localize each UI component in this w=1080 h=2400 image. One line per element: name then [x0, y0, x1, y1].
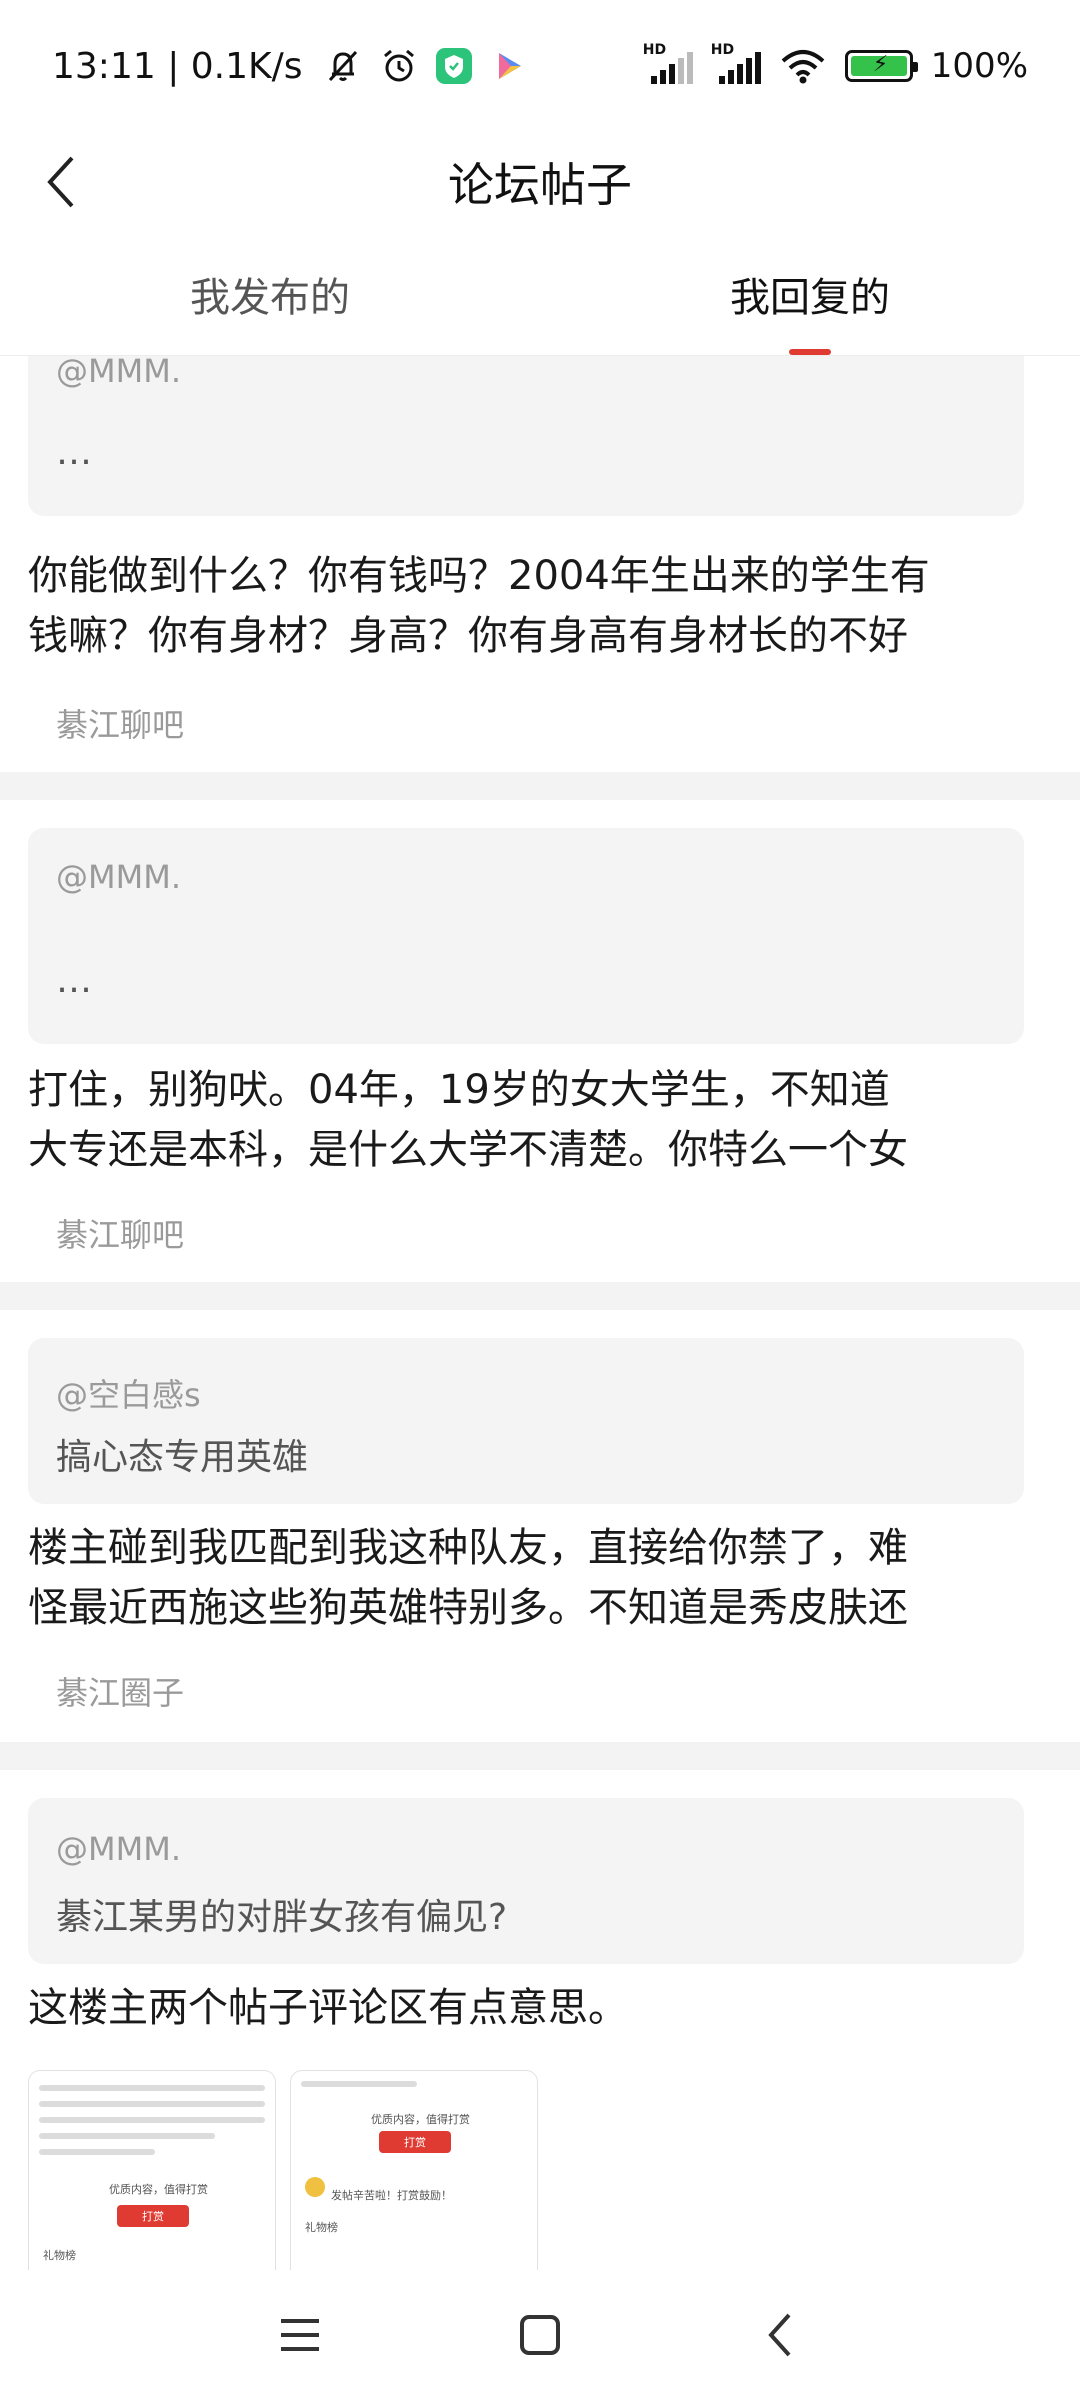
image-thumbnail[interactable]: 优质内容，值得打赏 打赏 礼物榜: [28, 2070, 276, 2270]
reply-text: 打住，别狗吠。04年，19岁的女大学生，不知道 大专还是本科，是什么大学不清楚。…: [28, 1060, 1058, 1180]
tab-active-indicator: [789, 349, 831, 355]
nav-back-button[interactable]: [735, 2290, 825, 2380]
reply-list[interactable]: @MMM. … 你能做到什么？你有钱吗？2004年生出来的学生有 钱嘛？你有身材…: [0, 356, 1080, 2270]
quoted-user: @MMM.: [56, 356, 181, 390]
quoted-user: @空白感s: [56, 1376, 201, 1414]
signal-1-icon: HD: [643, 42, 693, 84]
reply-line: 怪最近西施这些狗英雄特别多。不知道是秀皮肤还: [28, 1585, 908, 1631]
card-separator: [0, 1742, 1080, 1770]
home-square-icon: [520, 2315, 560, 2355]
reply-text: 楼主碰到我匹配到我这种队友，直接给你禁了，难 怪最近西施这些狗英雄特别多。不知道…: [28, 1518, 1058, 1638]
image-thumbnails: 优质内容，值得打赏 打赏 礼物榜 优质内容，值得打赏 打赏 发帖辛苦啦！打赏鼓励…: [28, 2070, 538, 2270]
nav-home-button[interactable]: [495, 2290, 585, 2380]
quoted-text: …: [56, 432, 92, 473]
quoted-text: …: [56, 960, 92, 1001]
quoted-text: 搞心态专用英雄: [56, 1437, 309, 1478]
reply-line: 这楼主两个帖子评论区有点意思。: [28, 1985, 628, 2031]
thumb-tip-button: 打赏: [117, 2205, 189, 2227]
reply-text: 这楼主两个帖子评论区有点意思。: [28, 1978, 1058, 2038]
wifi-icon: [781, 50, 825, 84]
reply-line: 钱嘛？你有身材？身高？你有身高有身材长的不好: [28, 613, 908, 659]
chevron-left-icon: [47, 156, 74, 208]
tab-bar: 我发布的 我回复的: [0, 232, 1080, 356]
time-speed: 13:11 | 0.1K/s: [52, 45, 303, 87]
forum-name[interactable]: 綦江圈子: [56, 1668, 184, 1714]
card-separator: [0, 772, 1080, 800]
page-title: 论坛帖子: [448, 158, 632, 212]
thumb-avatar: [305, 2177, 325, 2197]
image-thumbnail[interactable]: 优质内容，值得打赏 打赏 发帖辛苦啦！打赏鼓励！ 礼物榜: [290, 2070, 538, 2270]
thumb-gift-label: 礼物榜: [43, 2249, 76, 2262]
thumb-caption: 优质内容，值得打赏: [371, 2113, 470, 2126]
reply-card[interactable]: @MMM. 綦江某男的对胖女孩有偏见? 这楼主两个帖子评论区有点意思。 优质内容…: [0, 1770, 1080, 2270]
alarm-icon: [383, 49, 414, 82]
tab-my-posts[interactable]: 我发布的: [0, 232, 540, 355]
header: 论坛帖子: [0, 132, 1080, 232]
play-app-icon: [498, 53, 521, 79]
tab-label: 我回复的: [730, 274, 890, 321]
thumb-gift-label: 礼物榜: [305, 2221, 338, 2234]
system-nav-bar: [0, 2270, 1080, 2400]
status-icons: [323, 46, 527, 86]
mute-bell-icon: [328, 50, 357, 82]
menu-icon: [281, 2319, 319, 2351]
quoted-post[interactable]: @空白感s 搞心态专用英雄: [28, 1338, 1024, 1504]
battery-icon: ⚡: [844, 50, 918, 82]
reply-card[interactable]: @MMM. … 你能做到什么？你有钱吗？2004年生出来的学生有 钱嘛？你有身材…: [0, 356, 1080, 772]
status-bar: 13:11 | 0.1K/s HD HD ⚡ 100%: [0, 0, 1080, 132]
tab-my-replies[interactable]: 我回复的: [540, 232, 1080, 355]
reply-line: 你能做到什么？你有钱吗？2004年生出来的学生有: [28, 553, 930, 599]
battery-percent: 100%: [930, 46, 1028, 86]
quoted-post[interactable]: @MMM. …: [28, 356, 1024, 516]
signal-2-icon: HD: [711, 42, 761, 84]
reply-line: 楼主碰到我匹配到我这种队友，直接给你禁了，难: [28, 1525, 908, 1571]
shield-app-icon: [435, 48, 472, 84]
reply-card[interactable]: @MMM. … 打住，别狗吠。04年，19岁的女大学生，不知道 大专还是本科，是…: [0, 800, 1080, 1282]
back-icon: [768, 2313, 791, 2357]
back-button[interactable]: [22, 142, 102, 222]
forum-name[interactable]: 綦江聊吧: [56, 1210, 184, 1256]
reply-text: 你能做到什么？你有钱吗？2004年生出来的学生有 钱嘛？你有身材？身高？你有身高…: [28, 546, 1058, 666]
reply-line: 打住，别狗吠。04年，19岁的女大学生，不知道: [28, 1067, 890, 1113]
quoted-user: @MMM.: [56, 1830, 181, 1868]
nav-menu-button[interactable]: [255, 2290, 345, 2380]
quoted-post[interactable]: @MMM. 綦江某男的对胖女孩有偏见?: [28, 1798, 1024, 1964]
status-left: 13:11 | 0.1K/s: [52, 46, 527, 87]
thumb-tip-button: 打赏: [379, 2131, 451, 2153]
reply-card[interactable]: @空白感s 搞心态专用英雄 楼主碰到我匹配到我这种队友，直接给你禁了，难 怪最近…: [0, 1310, 1080, 1742]
status-right: HD HD ⚡ 100%: [643, 42, 1028, 86]
thumb-caption: 优质内容，值得打赏: [109, 2183, 208, 2196]
reply-line: 大专还是本科，是什么大学不清楚。你特么一个女: [28, 1127, 908, 1173]
quoted-user: @MMM.: [56, 858, 181, 896]
quoted-text: 綦江某男的对胖女孩有偏见?: [56, 1897, 508, 1938]
thumb-encourage: 发帖辛苦啦！打赏鼓励！: [331, 2189, 452, 2202]
tab-label: 我发布的: [190, 274, 350, 321]
card-separator: [0, 1282, 1080, 1310]
forum-name[interactable]: 綦江聊吧: [56, 700, 184, 746]
quoted-post[interactable]: @MMM. …: [28, 828, 1024, 1044]
